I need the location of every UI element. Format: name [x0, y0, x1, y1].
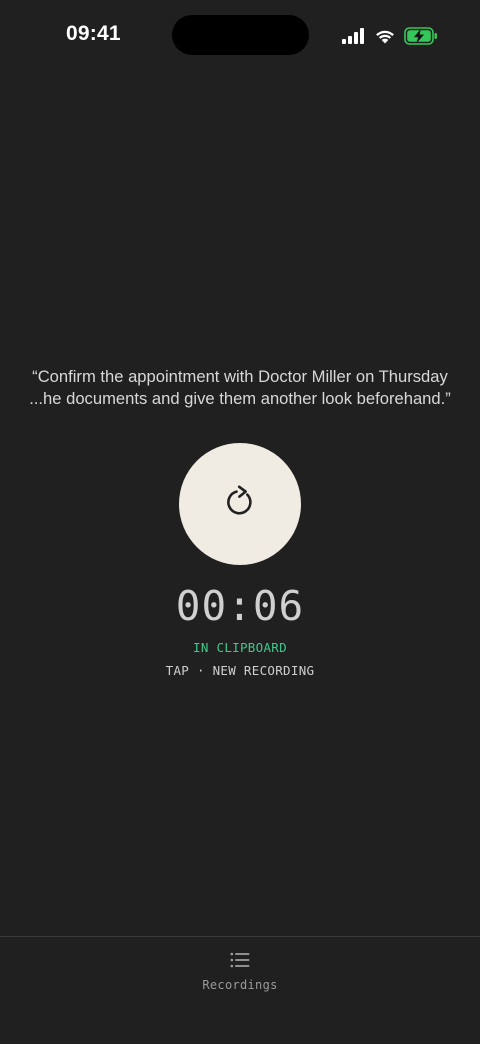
tab-recordings-label: Recordings: [202, 978, 278, 992]
status-bar: 09:41: [0, 0, 480, 70]
tab-bar: Recordings: [0, 936, 480, 1044]
status-time: 09:41: [66, 22, 121, 45]
transcript-line-1: “Confirm the appointment with Doctor Mil…: [32, 367, 448, 386]
tab-recordings[interactable]: Recordings: [190, 951, 290, 1001]
transcript-text: “Confirm the appointment with Doctor Mil…: [0, 366, 480, 409]
status-icons: [342, 26, 438, 46]
tap-hint: TAP · NEW RECORDING: [165, 663, 315, 678]
wifi-icon: [374, 28, 396, 44]
clipboard-status: IN CLIPBOARD: [193, 640, 287, 655]
battery-charging-icon: [404, 27, 438, 45]
refresh-icon: [223, 483, 257, 526]
new-recording-button[interactable]: [179, 443, 301, 565]
list-icon: [230, 951, 250, 974]
recording-timer: 00:06: [175, 582, 305, 630]
dynamic-island: [172, 15, 309, 55]
cellular-signal-icon: [342, 28, 366, 44]
transcript-line-2: ...he documents and give them another lo…: [29, 388, 451, 408]
